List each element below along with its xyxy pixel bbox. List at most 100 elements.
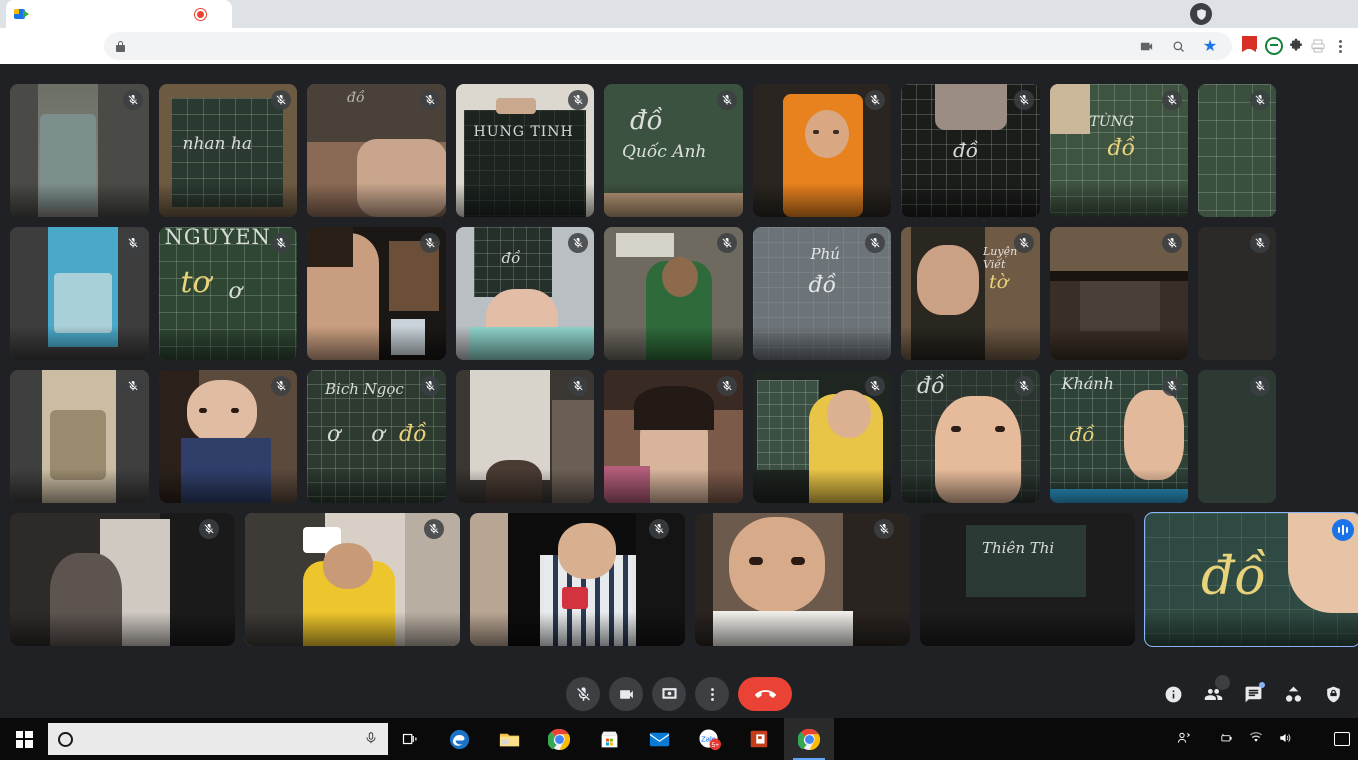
more-options-button[interactable]	[695, 677, 729, 711]
windows-start-button[interactable]	[0, 718, 48, 760]
window-minimize-button[interactable]	[1220, 0, 1266, 28]
wifi-icon[interactable]	[1248, 731, 1264, 748]
taskbar-app-file-explorer[interactable]	[484, 718, 534, 760]
system-tray	[1176, 730, 1358, 749]
participant-tile[interactable]: nhan ha	[158, 84, 297, 217]
participant-tile[interactable]: đồ	[901, 370, 1040, 503]
participant-tile[interactable]: NGUYEN tơ ơ	[158, 227, 297, 360]
participant-tile[interactable]	[245, 513, 460, 646]
participant-tile-self[interactable]: đồ	[1144, 512, 1358, 647]
participant-tile[interactable]	[455, 370, 594, 503]
participant-tile[interactable]: Phú đồ	[752, 227, 891, 360]
back-button[interactable]	[8, 32, 36, 60]
camera-button[interactable]	[609, 677, 643, 711]
meeting-side-controls	[1160, 675, 1346, 707]
browser-toolbar: ★	[0, 28, 1358, 64]
forward-button[interactable]	[38, 32, 66, 60]
activities-button[interactable]	[1280, 681, 1306, 707]
participant-tile[interactable]: Khánh đồ	[1049, 370, 1188, 503]
mic-off-icon	[568, 90, 588, 110]
participant-tile[interactable]	[158, 370, 297, 503]
mic-off-icon	[424, 519, 444, 539]
chat-button[interactable]	[1240, 681, 1266, 707]
participant-tile[interactable]	[10, 84, 149, 217]
chrome-menu-icon[interactable]	[1330, 36, 1350, 56]
zoom-icon[interactable]	[1168, 36, 1188, 56]
participant-tile[interactable]	[307, 227, 446, 360]
taskbar-app-mail[interactable]	[634, 718, 684, 760]
mic-off-icon	[419, 90, 440, 110]
participant-tile[interactable]	[695, 513, 910, 646]
mic-off-icon	[122, 233, 143, 253]
print-icon[interactable]	[1308, 36, 1328, 56]
notifications-icon[interactable]	[1334, 732, 1350, 746]
show-everyone-button[interactable]	[1200, 675, 1230, 707]
leave-call-button[interactable]	[738, 677, 792, 711]
participant-tile[interactable]	[604, 227, 743, 360]
participant-tile[interactable]	[1198, 370, 1276, 503]
call-controls	[566, 677, 792, 711]
battery-icon[interactable]	[1218, 731, 1235, 748]
address-bar[interactable]: ★	[104, 32, 1232, 60]
participant-count-badge	[1215, 675, 1230, 690]
participant-tile[interactable]: đồ	[901, 84, 1040, 217]
participant-tile[interactable]	[10, 370, 149, 503]
participant-tile[interactable]: Bich Ngọc ơ ơ đồ	[307, 370, 446, 503]
participant-row: Bich Ngọc ơ ơ đồ đồ Khánh đồ	[10, 370, 1348, 503]
participant-tile[interactable]	[752, 370, 891, 503]
meet-favicon-icon	[14, 8, 30, 20]
tab-strip	[0, 0, 1358, 28]
participant-tile[interactable]: đồ Quốc Anh	[604, 84, 743, 217]
participant-tile[interactable]	[10, 513, 235, 646]
participant-tile[interactable]	[10, 227, 149, 360]
participant-tile[interactable]	[1198, 84, 1276, 217]
window-maximize-button[interactable]	[1266, 0, 1312, 28]
participant-tile[interactable]	[604, 370, 743, 503]
profile-shield-icon[interactable]	[1190, 3, 1212, 25]
camera-icon[interactable]	[1136, 36, 1156, 56]
mic-off-icon	[865, 376, 885, 396]
extension-red-on-icon[interactable]	[1240, 35, 1262, 57]
participant-tile[interactable]	[1198, 227, 1276, 360]
google-meet-app: nhan ha đồ HUNG TINH đồ Quốc Anh đồ TÙNG…	[0, 64, 1358, 718]
participant-tile[interactable]: TÙNG đồ	[1049, 84, 1188, 217]
task-view-button[interactable]	[388, 718, 434, 760]
reload-button[interactable]	[68, 32, 96, 60]
participant-tile[interactable]: đồ	[307, 84, 446, 217]
meet-bottom-bar	[0, 670, 1358, 718]
browser-tab[interactable]	[6, 0, 232, 28]
present-screen-button[interactable]	[652, 677, 686, 711]
puzzle-extensions-icon[interactable]	[1286, 36, 1306, 56]
mic-off-icon	[1013, 90, 1034, 110]
taskbar-search-input[interactable]	[48, 723, 388, 755]
participant-tile[interactable]: đồ	[455, 227, 594, 360]
mic-off-icon	[271, 376, 291, 396]
bookmark-star-icon[interactable]: ★	[1200, 36, 1220, 56]
taskbar-app-chrome-active[interactable]	[784, 718, 834, 760]
microphone-icon[interactable]	[364, 731, 378, 748]
window-close-button[interactable]	[1312, 0, 1358, 28]
mic-off-icon	[419, 233, 440, 253]
circle-arrow-icon[interactable]	[1264, 36, 1284, 56]
participant-tile[interactable]: tờ Luyện Viết	[901, 227, 1040, 360]
participant-tile[interactable]: Thiên Thi	[920, 513, 1135, 646]
mic-button[interactable]	[566, 677, 600, 711]
participant-tile[interactable]	[1049, 227, 1188, 360]
meeting-details-button[interactable]	[1160, 681, 1186, 707]
participant-tile[interactable]	[470, 513, 685, 646]
taskbar-app-chrome[interactable]	[534, 718, 584, 760]
taskbar-app-powerpoint[interactable]	[734, 718, 784, 760]
volume-icon[interactable]	[1277, 731, 1293, 748]
taskbar-app-microsoft-store[interactable]	[584, 718, 634, 760]
host-controls-button[interactable]	[1320, 681, 1346, 707]
participant-tile[interactable]	[752, 84, 891, 217]
participant-tile[interactable]: HUNG TINH	[455, 84, 594, 217]
windows-taskbar: Zalo 5+	[0, 718, 1358, 760]
lock-icon	[116, 40, 125, 52]
window-controls	[1190, 0, 1358, 28]
mic-off-icon	[199, 519, 219, 539]
taskbar-app-zalo[interactable]: Zalo 5+	[684, 718, 734, 760]
taskbar-app-edge[interactable]	[434, 718, 484, 760]
mic-off-icon	[716, 376, 737, 396]
people-share-icon[interactable]	[1176, 730, 1192, 749]
